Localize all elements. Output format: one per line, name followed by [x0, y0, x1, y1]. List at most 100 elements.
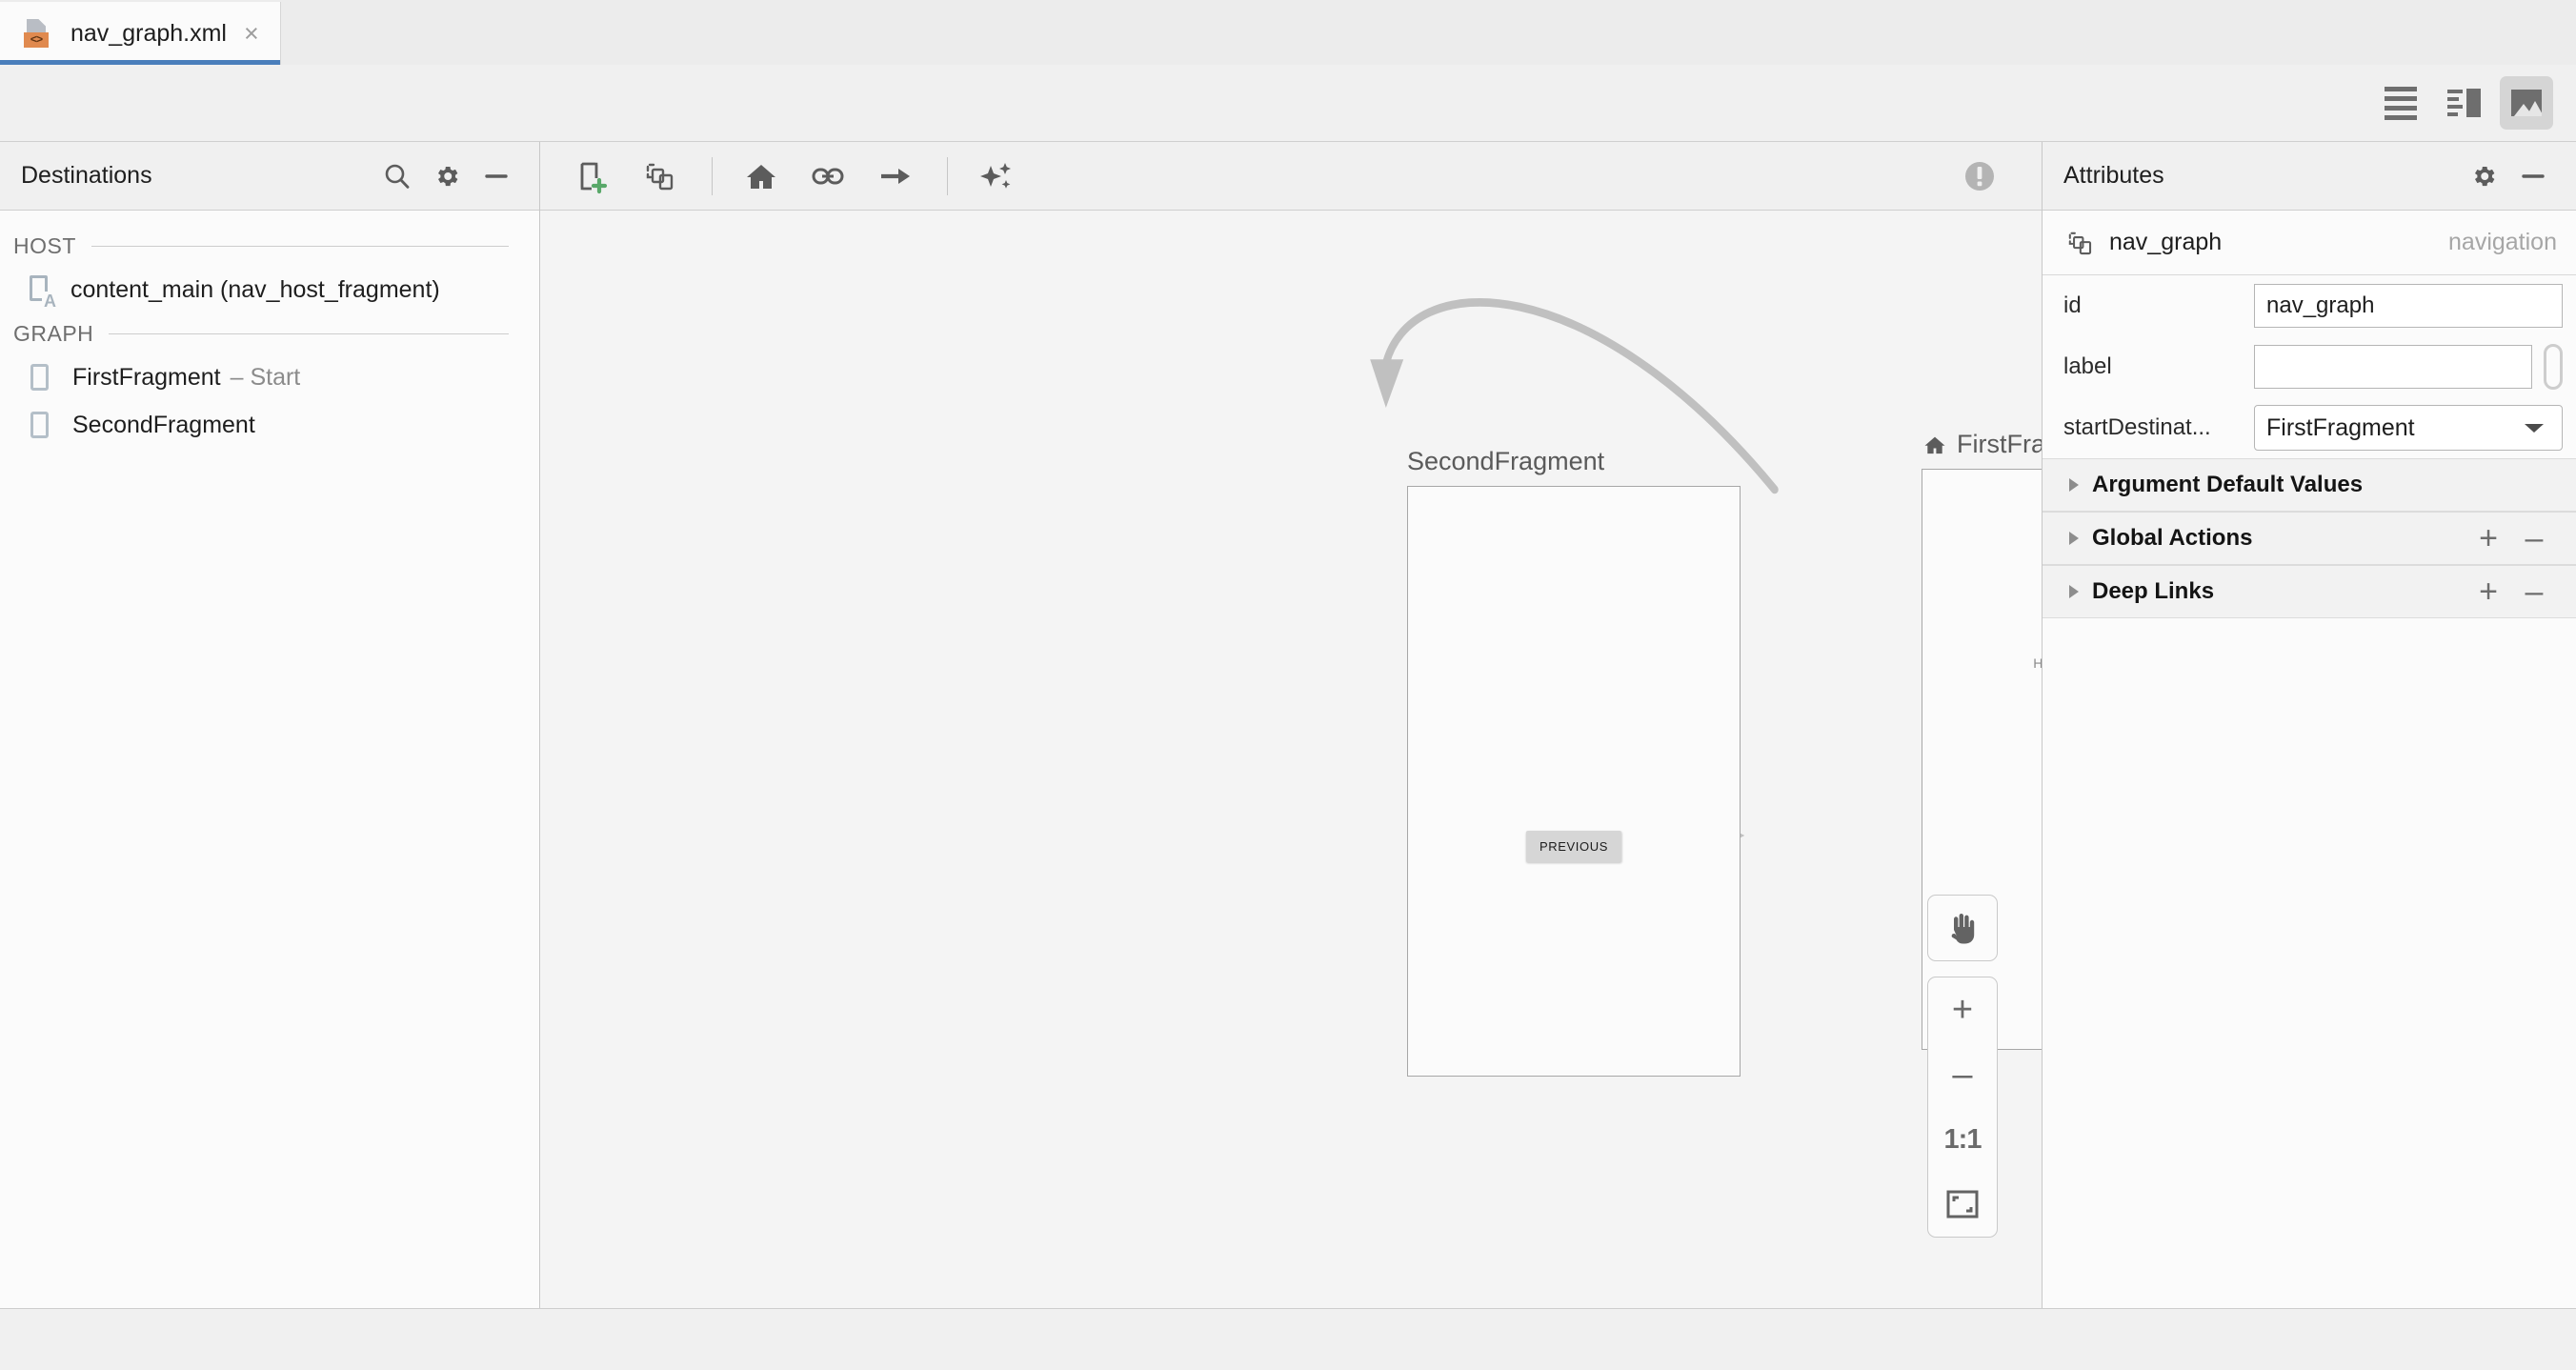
- section-global-actions[interactable]: Global Actions + –: [2043, 512, 2576, 565]
- attributes-object-type: navigation: [2448, 229, 2557, 255]
- group-label-host: HOST: [13, 232, 76, 258]
- attributes-empty-space: [2043, 618, 2576, 1308]
- split-view-button[interactable]: [2437, 76, 2490, 130]
- destination-item-label: FirstFragment: [72, 363, 221, 391]
- id-field[interactable]: nav_graph: [2254, 284, 2563, 328]
- attribute-label-start-destination: startDestinat...: [2063, 414, 2211, 440]
- nested-graph-icon: [2063, 227, 2096, 259]
- attribute-label-id: id: [2063, 292, 2082, 318]
- pan-tool-button[interactable]: [1928, 896, 1997, 960]
- add-action-button[interactable]: [867, 151, 922, 201]
- chevron-right-icon: [2060, 529, 2088, 548]
- zoom-actual-size-button[interactable]: 1:1: [1928, 1107, 1997, 1172]
- editor-tab-nav-graph[interactable]: <> nav_graph.xml ×: [0, 2, 281, 65]
- start-destination-badge: – Start: [230, 363, 301, 391]
- graph-node-label: SecondFragment: [1407, 447, 1605, 475]
- graph-node-label: FirstFragment: [1957, 430, 2042, 458]
- set-start-destination-button[interactable]: [734, 151, 789, 201]
- tab-active-underline: [0, 60, 280, 65]
- destination-item-second-fragment[interactable]: SecondFragment: [0, 401, 539, 449]
- navigation-editor-window: <> nav_graph.xml × Destinations HOST A c…: [0, 0, 2576, 1370]
- group-label-graph: GRAPH: [13, 320, 94, 346]
- attributes-panel: Attributes nav_graph navigation id nav_g…: [2042, 142, 2576, 1308]
- destinations-panel: Destinations HOST A content_main (nav_ho…: [0, 142, 540, 1308]
- issues-icon[interactable]: [1952, 151, 2007, 201]
- zoom-out-button[interactable]: –: [1928, 1042, 1997, 1107]
- zoom-controls-card: + – 1:1: [1927, 977, 1998, 1238]
- group-divider: [91, 245, 509, 247]
- preview-hello-text: Hello first fragment: [2033, 655, 2042, 671]
- add-deep-link-row-button[interactable]: +: [2465, 569, 2511, 614]
- design-image-icon: [2511, 90, 2542, 116]
- destinations-group-host: HOST: [0, 226, 539, 266]
- attributes-panel-header: Attributes: [2043, 142, 2576, 211]
- zoom-to-fit-button[interactable]: [1928, 1172, 1997, 1237]
- zoom-in-button[interactable]: +: [1928, 977, 1997, 1042]
- add-deep-link-button[interactable]: [800, 151, 855, 201]
- start-destination-value: FirstFragment: [2266, 413, 2415, 441]
- minimize-icon[interactable]: [474, 154, 518, 198]
- fragment-icon: [25, 361, 55, 393]
- preview-previous-button[interactable]: PREVIOUS: [1526, 831, 1621, 862]
- code-view-button[interactable]: [2374, 76, 2427, 130]
- status-bar: [0, 1308, 2576, 1370]
- action-arrowhead-to-second: [1370, 359, 1404, 408]
- close-icon[interactable]: ×: [244, 20, 259, 47]
- view-mode-toolbar: [0, 65, 2576, 142]
- attributes-title: Attributes: [2063, 162, 2164, 189]
- design-view-button[interactable]: [2500, 76, 2553, 130]
- canvas-toolbar: [540, 142, 2042, 211]
- editor-tab-title: nav_graph.xml: [70, 19, 227, 47]
- home-icon: [1922, 432, 1948, 458]
- navigation-canvas-area: SecondFragment PREVIOUS FirstFra H + – 1…: [540, 142, 2042, 1308]
- graph-node-title: FirstFragment: [1922, 430, 2042, 459]
- gear-icon[interactable]: [2462, 154, 2506, 198]
- toolbar-divider: [712, 156, 713, 195]
- new-destination-button[interactable]: [565, 151, 620, 201]
- graph-node-preview[interactable]: PREVIOUS: [1407, 486, 1741, 1077]
- fragment-icon: [25, 409, 55, 441]
- toolbar-divider: [947, 156, 948, 195]
- destination-item-content-main[interactable]: A content_main (nav_host_fragment): [0, 266, 539, 313]
- group-divider: [109, 332, 509, 334]
- section-title: Argument Default Values: [2092, 472, 2364, 497]
- attributes-object-name: nav_graph: [2109, 229, 2223, 255]
- editor-tab-bar: <> nav_graph.xml ×: [0, 0, 2576, 65]
- navigation-action-edges: [1370, 297, 2042, 890]
- search-icon[interactable]: [375, 154, 419, 198]
- resource-picker-icon[interactable]: [2544, 344, 2563, 390]
- destination-item-label: content_main (nav_host_fragment): [70, 275, 440, 303]
- xml-file-icon: <>: [23, 18, 53, 49]
- label-field[interactable]: [2254, 345, 2532, 389]
- destinations-title: Destinations: [21, 162, 152, 189]
- activity-layout-icon: A: [25, 273, 57, 310]
- chevron-right-icon: [2060, 582, 2088, 601]
- graph-node-title: SecondFragment: [1407, 447, 1741, 476]
- section-argument-default-values[interactable]: Argument Default Values: [2043, 458, 2576, 512]
- new-nested-graph-button[interactable]: [632, 151, 687, 201]
- xml-badge-label: <>: [24, 32, 49, 48]
- attribute-row-id: id nav_graph: [2043, 275, 2576, 336]
- destinations-group-graph: GRAPH: [0, 313, 539, 353]
- destinations-panel-header: Destinations: [0, 142, 539, 211]
- attributes-selected-object: nav_graph navigation: [2043, 211, 2576, 275]
- graph-node-second-fragment[interactable]: SecondFragment PREVIOUS: [1407, 447, 1741, 1077]
- section-deep-links[interactable]: Deep Links + –: [2043, 565, 2576, 618]
- navigation-graph-canvas[interactable]: SecondFragment PREVIOUS FirstFra H + – 1…: [540, 211, 2042, 1308]
- attribute-row-label: label: [2043, 336, 2576, 397]
- section-title: Global Actions: [2092, 525, 2253, 551]
- chevron-down-icon: [2506, 419, 2562, 436]
- auto-arrange-button[interactable]: [969, 151, 1024, 201]
- destination-item-first-fragment[interactable]: FirstFragment – Start: [0, 353, 539, 401]
- destination-item-label: SecondFragment: [72, 411, 255, 438]
- gear-icon[interactable]: [425, 154, 469, 198]
- attribute-row-start-destination: startDestinat... FirstFragment: [2043, 397, 2576, 458]
- remove-global-action-button[interactable]: –: [2511, 515, 2557, 561]
- add-global-action-button[interactable]: +: [2465, 515, 2511, 561]
- start-destination-dropdown[interactable]: FirstFragment: [2254, 405, 2563, 451]
- chevron-right-icon: [2060, 475, 2088, 494]
- remove-deep-link-row-button[interactable]: –: [2511, 569, 2557, 614]
- minimize-icon[interactable]: [2511, 154, 2555, 198]
- pan-tool-card: [1927, 895, 1998, 961]
- main-content-area: Destinations HOST A content_main (nav_ho…: [0, 142, 2576, 1308]
